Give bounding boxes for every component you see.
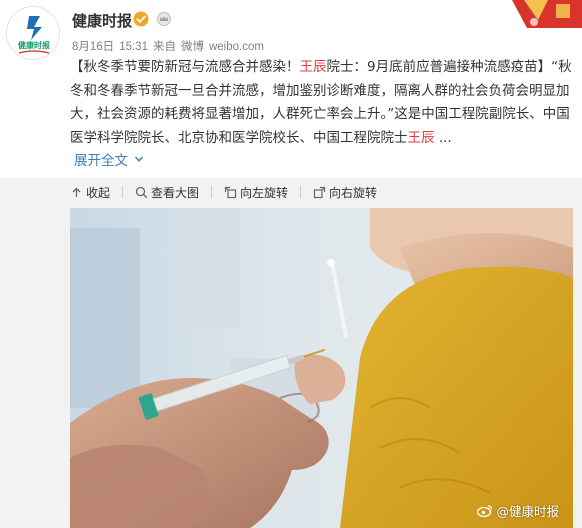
watermark-text: @健康时报 bbox=[496, 504, 559, 519]
header-decoration bbox=[472, 0, 582, 28]
vaccination-photo-illustration bbox=[70, 208, 573, 528]
post-body: 【秋冬季节要防新冠与流感合并感染！王辰院士：9月底前应普遍接种流感疫苗】“秋冬和… bbox=[70, 56, 575, 150]
toolbar-divider bbox=[300, 186, 302, 198]
weibo-post-card: 健康时报 健康时报 8月16日 15:31 来自 微博 weibo.com 【秋冬季节要… bbox=[0, 0, 582, 528]
rotate-left-button[interactable]: 向左旋转 bbox=[224, 184, 288, 201]
crown-icon[interactable] bbox=[156, 12, 172, 26]
source-prefix: 来自 bbox=[152, 41, 176, 53]
rotate-right-icon bbox=[313, 186, 326, 198]
post-photo-vaccination[interactable]: @健康时报 bbox=[70, 208, 573, 528]
post-time[interactable]: 15:31 bbox=[119, 41, 148, 53]
post-date[interactable]: 8月16日 bbox=[72, 41, 114, 53]
view-large-label: 查看大图 bbox=[151, 185, 200, 200]
view-large-button[interactable]: 查看大图 bbox=[135, 184, 199, 201]
rotate-right-label: 向右旋转 bbox=[329, 185, 378, 200]
rotate-left-label: 向左旋转 bbox=[240, 185, 289, 200]
collapse-button[interactable]: 收起 bbox=[70, 184, 110, 201]
post-meta: 8月16日 15:31 来自 微博 weibo.com bbox=[72, 38, 269, 54]
source-name[interactable]: 微博 bbox=[181, 41, 204, 53]
author-name[interactable]: 健康时报 bbox=[72, 10, 132, 31]
title-suffix: 院士：9月底前应普遍接种流感疫苗】 bbox=[326, 59, 552, 75]
truncation-ellipsis: ... bbox=[434, 129, 452, 146]
arrow-up-icon bbox=[72, 187, 81, 197]
highlight-name-link-2[interactable]: 王辰 bbox=[408, 130, 435, 146]
chevron-down-icon bbox=[134, 156, 144, 162]
magnifier-icon bbox=[135, 186, 148, 198]
verified-badge-icon bbox=[133, 11, 149, 27]
media-toolbar: 收起 查看大图 向左旋转 向右旋转 bbox=[70, 183, 389, 201]
avatar-logo-text: 健康时报 bbox=[18, 40, 50, 50]
title-prefix: 【秋冬季节要防新冠与流感合并感染！ bbox=[70, 59, 300, 75]
rotate-right-button[interactable]: 向右旋转 bbox=[313, 184, 377, 201]
source-domain: weibo.com bbox=[208, 41, 264, 53]
toolbar-divider bbox=[211, 186, 213, 198]
collapse-label: 收起 bbox=[86, 185, 111, 200]
avatar[interactable]: 健康时报 bbox=[6, 6, 60, 60]
toolbar-divider bbox=[122, 186, 124, 198]
expand-label: 展开全文 bbox=[74, 153, 128, 169]
rotate-left-icon bbox=[224, 186, 237, 198]
highlight-name-link[interactable]: 王辰 bbox=[300, 59, 327, 75]
watermark: @健康时报 bbox=[477, 501, 559, 520]
expand-full-text-link[interactable]: 展开全文 bbox=[74, 149, 144, 169]
weibo-logo-icon bbox=[477, 505, 493, 517]
